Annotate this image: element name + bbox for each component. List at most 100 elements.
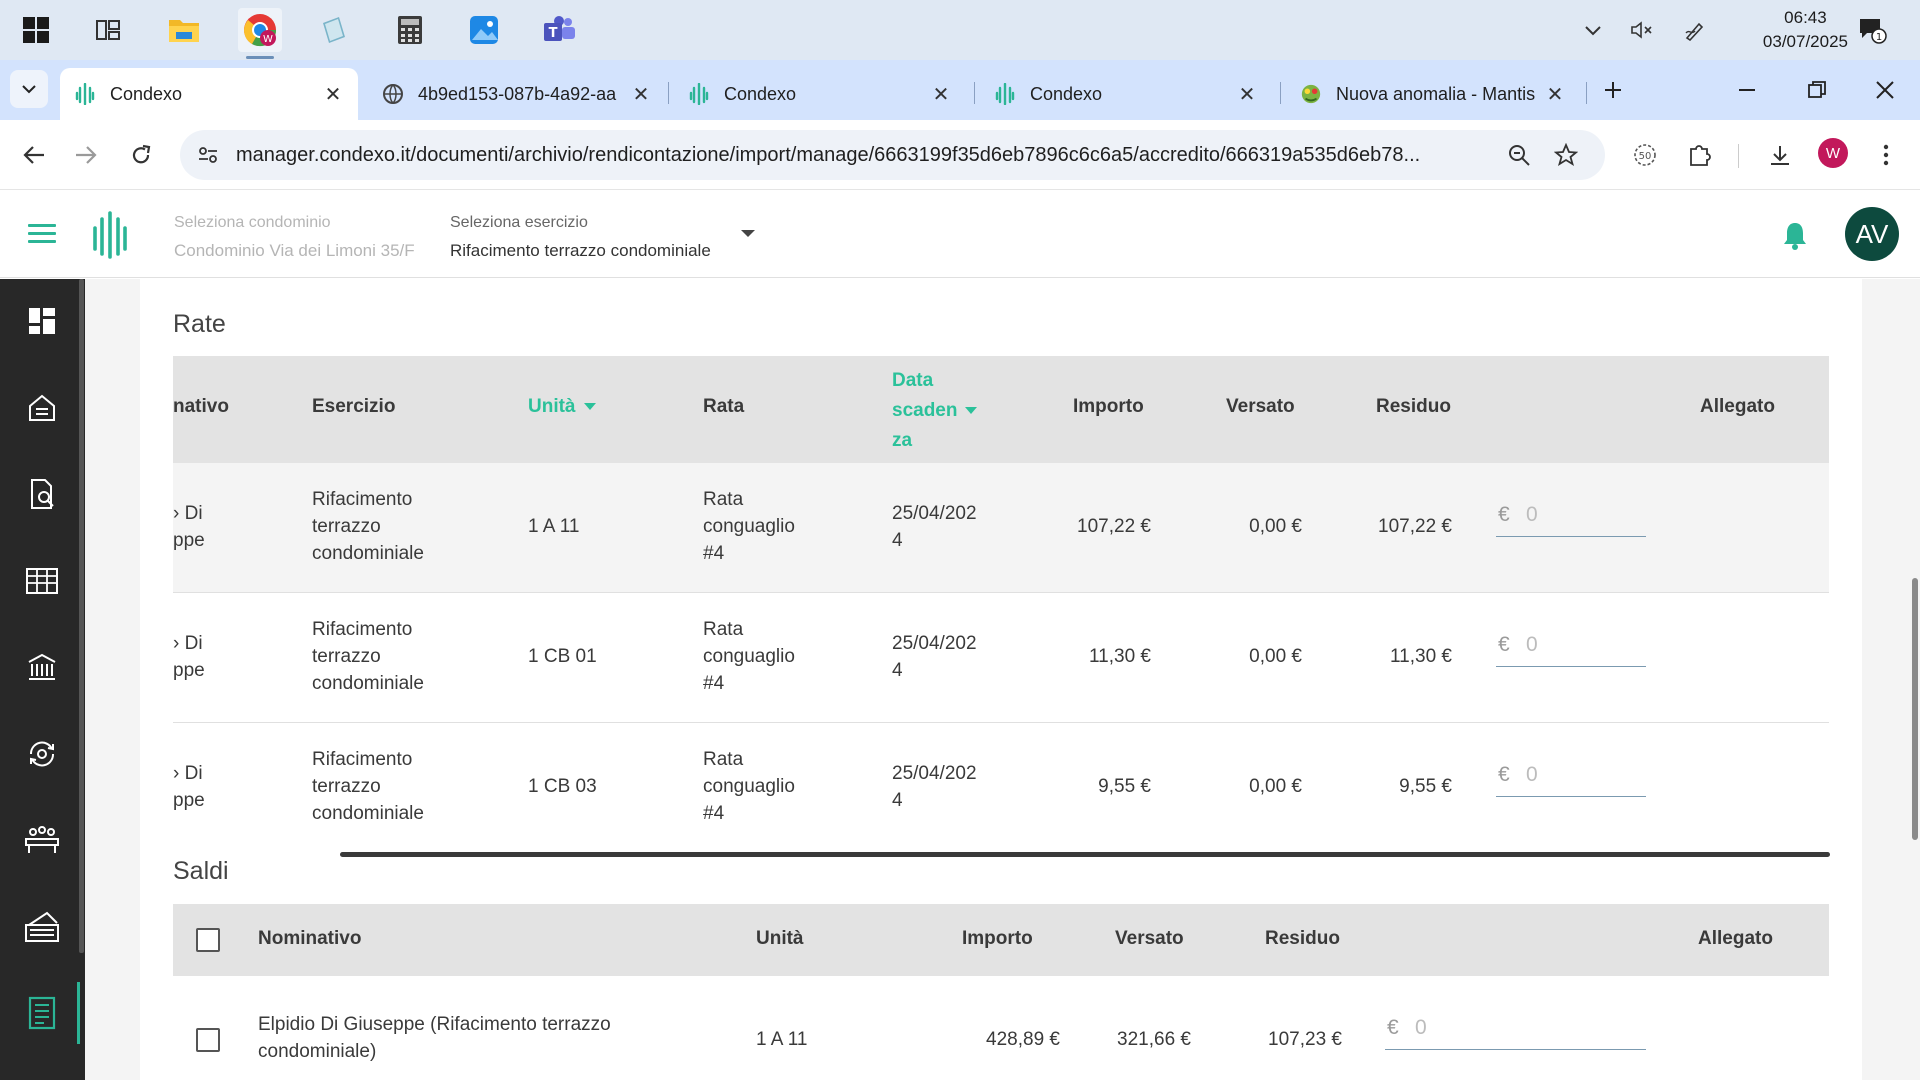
- browser-tab-condexo-active[interactable]: Condexo ✕: [60, 68, 358, 120]
- esercizio-dropdown-caret-icon[interactable]: [741, 230, 755, 237]
- importo-cell: 11,30 €: [1089, 646, 1151, 667]
- saldi-col-versato[interactable]: Versato: [1115, 928, 1184, 950]
- rata-line: Rata: [703, 749, 744, 770]
- close-tab-icon[interactable]: ✕: [1236, 82, 1258, 107]
- close-tab-icon[interactable]: ✕: [1544, 82, 1566, 107]
- rate-col-rata[interactable]: Rata: [703, 396, 744, 418]
- sidebar-item-bank[interactable]: [18, 643, 66, 691]
- sort-caret-icon[interactable]: [583, 403, 596, 411]
- user-avatar[interactable]: AV: [1845, 207, 1899, 261]
- sort-caret-icon[interactable]: [965, 407, 978, 415]
- tab-search-chevron-icon[interactable]: [10, 70, 48, 108]
- rate-col-unita-label: Unità: [528, 396, 576, 417]
- task-view-icon[interactable]: [86, 8, 130, 52]
- browser-tab-mantis[interactable]: Nuova anomalia - Mantis ✕: [1286, 68, 1580, 120]
- site-info-icon[interactable]: [196, 143, 220, 167]
- chrome-menu-kebab-icon[interactable]: [1866, 135, 1906, 175]
- browser-toolbar: manager.condexo.it/documenti/archivio/re…: [0, 120, 1920, 190]
- downloads-icon[interactable]: [1760, 135, 1800, 175]
- sidebar-item-payments[interactable]: [18, 903, 66, 951]
- file-explorer-icon[interactable]: [162, 8, 206, 52]
- rate-col-nominativo[interactable]: nativo: [173, 396, 229, 418]
- bookmark-star-icon[interactable]: [1554, 143, 1578, 167]
- rate-col-esercizio[interactable]: Esercizio: [312, 396, 395, 418]
- saldi-col-residuo[interactable]: Residuo: [1265, 928, 1340, 950]
- forward-arrow-icon[interactable]: [66, 135, 106, 175]
- sidebar-item-dashboard[interactable]: [18, 297, 66, 345]
- extension-50-icon[interactable]: 50: [1625, 135, 1665, 175]
- table-row[interactable]: › Di ppe Rifacimento terrazzo condominiale …: [173, 463, 1829, 593]
- calculator-icon[interactable]: [388, 8, 432, 52]
- pen-icon[interactable]: [1680, 0, 1710, 60]
- saldi-col-importo[interactable]: Importo: [962, 928, 1033, 950]
- back-arrow-icon[interactable]: [14, 135, 54, 175]
- browser-tab-uuid[interactable]: 4b9ed153-087b-4a92-aa ✕: [368, 68, 666, 120]
- table-row[interactable]: › Di ppe Rifacimento terrazzo condominiale …: [173, 723, 1829, 848]
- condexo-logo[interactable]: [88, 210, 132, 260]
- sidebar-item-documents[interactable]: [18, 470, 66, 518]
- system-clock[interactable]: 06:43 03/07/2025: [1763, 6, 1848, 54]
- notepad-icon[interactable]: [312, 8, 356, 52]
- row-select-checkbox[interactable]: [196, 1028, 220, 1052]
- address-bar[interactable]: manager.condexo.it/documenti/archivio/re…: [180, 130, 1605, 180]
- rate-col-importo[interactable]: Importo: [1073, 396, 1144, 418]
- chrome-taskbar-icon[interactable]: W: [238, 8, 282, 59]
- sidebar-scrollbar[interactable]: [79, 279, 84, 953]
- mantis-favicon: [1300, 83, 1322, 105]
- rate-col-residuo[interactable]: Residuo: [1376, 396, 1451, 418]
- rate-col-unita[interactable]: Unità: [528, 396, 596, 418]
- rate-col-allegato[interactable]: Allegato: [1700, 396, 1775, 418]
- condominio-selector[interactable]: Seleziona condominio Condominio Via dei …: [174, 210, 415, 266]
- close-window-icon[interactable]: [1850, 60, 1920, 120]
- close-tab-icon[interactable]: ✕: [630, 82, 652, 107]
- reload-icon[interactable]: [121, 135, 161, 175]
- esercizio-line: terrazzo: [312, 646, 381, 667]
- browser-tab-condexo-2[interactable]: Condexo ✕: [674, 68, 966, 120]
- rate-col-versato[interactable]: Versato: [1226, 396, 1295, 418]
- amount-input[interactable]: €0: [1496, 757, 1646, 797]
- notifications-bell-icon[interactable]: [1782, 220, 1810, 250]
- tray-chevron-up-icon[interactable]: [1578, 0, 1608, 60]
- rate-col-data-scadenza[interactable]: Data scaden za: [892, 366, 978, 456]
- amount-input[interactable]: €0: [1496, 627, 1646, 667]
- chrome-profile-avatar[interactable]: W: [1818, 138, 1848, 168]
- url-text[interactable]: manager.condexo.it/documenti/archivio/re…: [236, 144, 1496, 167]
- saldi-col-unita[interactable]: Unità: [756, 928, 804, 950]
- sidebar-item-meetings[interactable]: [18, 816, 66, 864]
- rate-horizontal-scrollbar[interactable]: [340, 852, 1830, 857]
- sidebar-item-sync[interactable]: [18, 730, 66, 778]
- esercizio-selector[interactable]: Seleziona esercizio Rifacimento terrazzo…: [450, 210, 711, 266]
- sidebar-item-accounting[interactable]: [18, 989, 66, 1037]
- windows-start-icon[interactable]: [14, 8, 58, 52]
- esercizio-line: terrazzo: [312, 516, 381, 537]
- new-tab-plus-icon[interactable]: [1578, 60, 1648, 120]
- saldi-col-allegato[interactable]: Allegato: [1698, 928, 1773, 950]
- volume-muted-icon[interactable]: [1626, 0, 1656, 60]
- teams-icon[interactable]: T: [538, 8, 582, 52]
- hamburger-menu-icon[interactable]: [28, 224, 56, 244]
- extensions-puzzle-icon[interactable]: [1679, 135, 1719, 175]
- amount-input[interactable]: €0: [1496, 497, 1646, 537]
- nominativo-line: Elpidio Di Giuseppe (Rifacimento terrazz…: [258, 1014, 611, 1035]
- minimize-window-icon[interactable]: [1712, 60, 1782, 120]
- notification-center-icon[interactable]: 1: [1852, 0, 1892, 60]
- select-all-checkbox[interactable]: [196, 928, 220, 952]
- amount-input[interactable]: €0: [1385, 1010, 1646, 1050]
- data-scadenza-cell: 25/04/202 4: [892, 500, 977, 554]
- zoom-magnifier-icon[interactable]: [1507, 143, 1531, 167]
- rata-cell: Rata conguaglio #4: [703, 486, 795, 567]
- sidebar-item-tables[interactable]: [18, 557, 66, 605]
- sync-icon: [29, 741, 55, 767]
- table-row[interactable]: › Di ppe Rifacimento terrazzo condominiale …: [173, 593, 1829, 723]
- table-row[interactable]: Elpidio Di Giuseppe (Rifacimento terrazz…: [173, 976, 1829, 1080]
- close-tab-icon[interactable]: ✕: [322, 82, 344, 107]
- sidebar-item-building[interactable]: [18, 384, 66, 432]
- browser-tab-condexo-3[interactable]: Condexo ✕: [980, 68, 1272, 120]
- photos-icon[interactable]: [462, 8, 506, 52]
- versato-cell: 0,00 €: [1249, 776, 1302, 797]
- saldi-col-nominativo[interactable]: Nominativo: [258, 928, 361, 950]
- restore-window-icon[interactable]: [1782, 60, 1852, 120]
- page-vertical-scrollbar[interactable]: [1912, 578, 1918, 840]
- close-tab-icon[interactable]: ✕: [930, 82, 952, 107]
- esercizio-selector-value: Rifacimento terrazzo condominiale: [450, 241, 711, 260]
